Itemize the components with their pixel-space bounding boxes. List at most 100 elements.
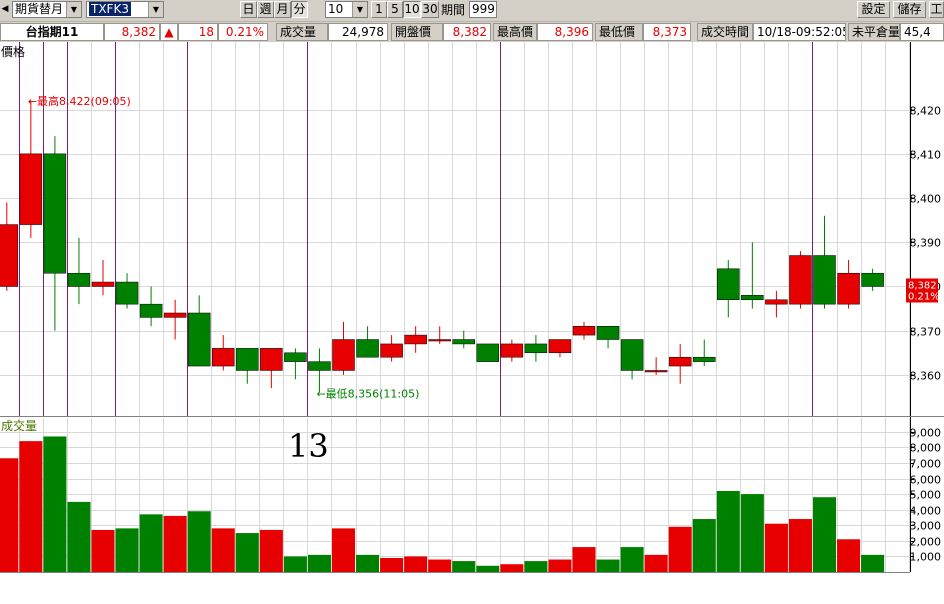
range-label: 期間: [441, 3, 466, 17]
period-button-month[interactable]: 月: [274, 1, 291, 18]
period-button-day[interactable]: 日: [240, 1, 257, 18]
interval-button-30[interactable]: 30: [421, 1, 439, 18]
high-label: 最高價: [493, 23, 537, 41]
candle-body: [356, 339, 379, 358]
volume-bar: [43, 436, 67, 572]
price-tick-label: 8,390: [910, 237, 942, 250]
volume-bar: [548, 559, 572, 572]
price-volume-chart[interactable]: 8,3608,3708,3808,3908,4008,4108,4201,000…: [0, 42, 944, 604]
low-value: 8,373: [643, 23, 691, 41]
open-interest-label: 未平倉量: [848, 23, 900, 41]
interval-combo[interactable]: 10 ▼: [325, 1, 368, 18]
volume-bar: [259, 529, 283, 572]
interval-button-5[interactable]: 5: [387, 1, 403, 18]
candle-body: [0, 224, 19, 287]
volume-bar: [115, 528, 139, 572]
period-button-minute[interactable]: 分: [291, 1, 308, 18]
left-arrow-icon[interactable]: ◀: [0, 1, 10, 18]
volume-bar: [524, 561, 548, 572]
volume-bar: [283, 556, 307, 572]
chevron-down-icon[interactable]: ▼: [148, 2, 163, 17]
quote-bar: 台指期11 8,382 ▲ 18 0.21% 成交量 24,978 開盤價 8,…: [0, 22, 944, 42]
chevron-down-icon[interactable]: ▼: [66, 2, 81, 17]
volume-tick-label: 1,000: [910, 551, 942, 564]
quote-change-pct: 0.21%: [218, 23, 268, 41]
candle-body: [284, 352, 307, 362]
period-button-week[interactable]: 週: [257, 1, 274, 18]
price-tick-label: 8,400: [910, 193, 942, 206]
symbol-combo-value: TXFK3: [89, 2, 131, 16]
extra-button[interactable]: 工: [929, 1, 944, 18]
contract-combo[interactable]: 期貨替月 ▼: [12, 1, 82, 18]
volume-bar: [572, 547, 596, 572]
volume-bar: [380, 557, 404, 572]
volume-bar: [692, 519, 716, 572]
volume-bar: [788, 519, 812, 572]
volume-bar: [428, 559, 452, 572]
volume-bar: [476, 565, 500, 572]
up-triangle-icon: ▲: [160, 23, 178, 41]
candle-body: [524, 343, 548, 354]
candle-body: [236, 348, 259, 371]
volume-bar: [235, 533, 259, 572]
cursor-count: 13: [288, 427, 329, 465]
volume-bar: [139, 514, 163, 572]
volume-tick-label: 2,000: [910, 536, 942, 549]
candle-body: [139, 303, 163, 318]
candle-body: [596, 326, 620, 340]
symbol-combo[interactable]: TXFK3 ▼: [86, 1, 164, 18]
candle-body: [644, 370, 668, 373]
candle-body: [789, 255, 812, 305]
candle-body: [308, 361, 331, 371]
volume-bar: [91, 529, 115, 572]
quote-change: 18: [178, 23, 218, 41]
candle-body: [837, 272, 860, 305]
volume-tick-label: 6,000: [910, 474, 942, 487]
volume-tick-label: 7,000: [910, 458, 942, 471]
candle-body: [428, 339, 451, 342]
volume-bar: [0, 458, 19, 572]
candle-body: [500, 343, 524, 358]
quote-price: 8,382: [104, 23, 160, 41]
open-label: 開盤價: [391, 23, 443, 41]
volume-bar: [404, 556, 428, 572]
interval-button-1[interactable]: 1: [371, 1, 387, 18]
volume-tick-label: 4,000: [910, 505, 942, 518]
chevron-down-icon[interactable]: ▼: [352, 2, 367, 17]
quote-name: 台指期11: [0, 23, 104, 41]
open-interest-value: 45,4: [900, 23, 944, 41]
interval-combo-value: 10: [328, 2, 344, 16]
candle-body: [115, 281, 139, 305]
save-button[interactable]: 儲存: [893, 1, 926, 18]
volume-bar: [668, 526, 692, 572]
price-tick-label: 8,420: [910, 105, 942, 118]
high-value: 8,396: [537, 23, 593, 41]
volume-bar: [837, 539, 861, 572]
price-panel-label: 價格: [1, 44, 25, 59]
volume-tick-label: 5,000: [910, 489, 942, 502]
candle-body: [212, 348, 235, 367]
price-panel: [0, 42, 944, 416]
candle-body: [260, 348, 283, 371]
volume-bar: [331, 528, 356, 572]
candle-body: [668, 356, 692, 367]
low-annotation: ←最低8,356(11:05): [316, 388, 419, 401]
range-input[interactable]: 999: [469, 1, 497, 18]
candle-body: [67, 272, 91, 287]
candle-body: [741, 295, 764, 300]
interval-button-10[interactable]: 10: [403, 1, 421, 18]
settings-button[interactable]: 設定: [857, 1, 890, 18]
contract-combo-value: 期貨替月: [15, 2, 64, 16]
volume-bar: [644, 554, 668, 572]
toolbar: ◀ 期貨替月 ▼ TXFK3 ▼ 日 週 月 分 10 ▼ 1 5 10 30 …: [0, 0, 944, 22]
candle-body: [861, 272, 884, 287]
volume-label: 成交量: [276, 23, 328, 41]
time-value: 10/18-09:52:05: [753, 23, 846, 41]
last-price-label: 8,382: [908, 280, 937, 291]
last-pct-label: 0.21%: [908, 291, 940, 302]
volume-bar: [596, 559, 620, 572]
volume-bar: [861, 554, 885, 572]
open-value: 8,382: [443, 23, 491, 41]
candle-body: [765, 299, 788, 305]
volume-bar: [211, 528, 235, 572]
